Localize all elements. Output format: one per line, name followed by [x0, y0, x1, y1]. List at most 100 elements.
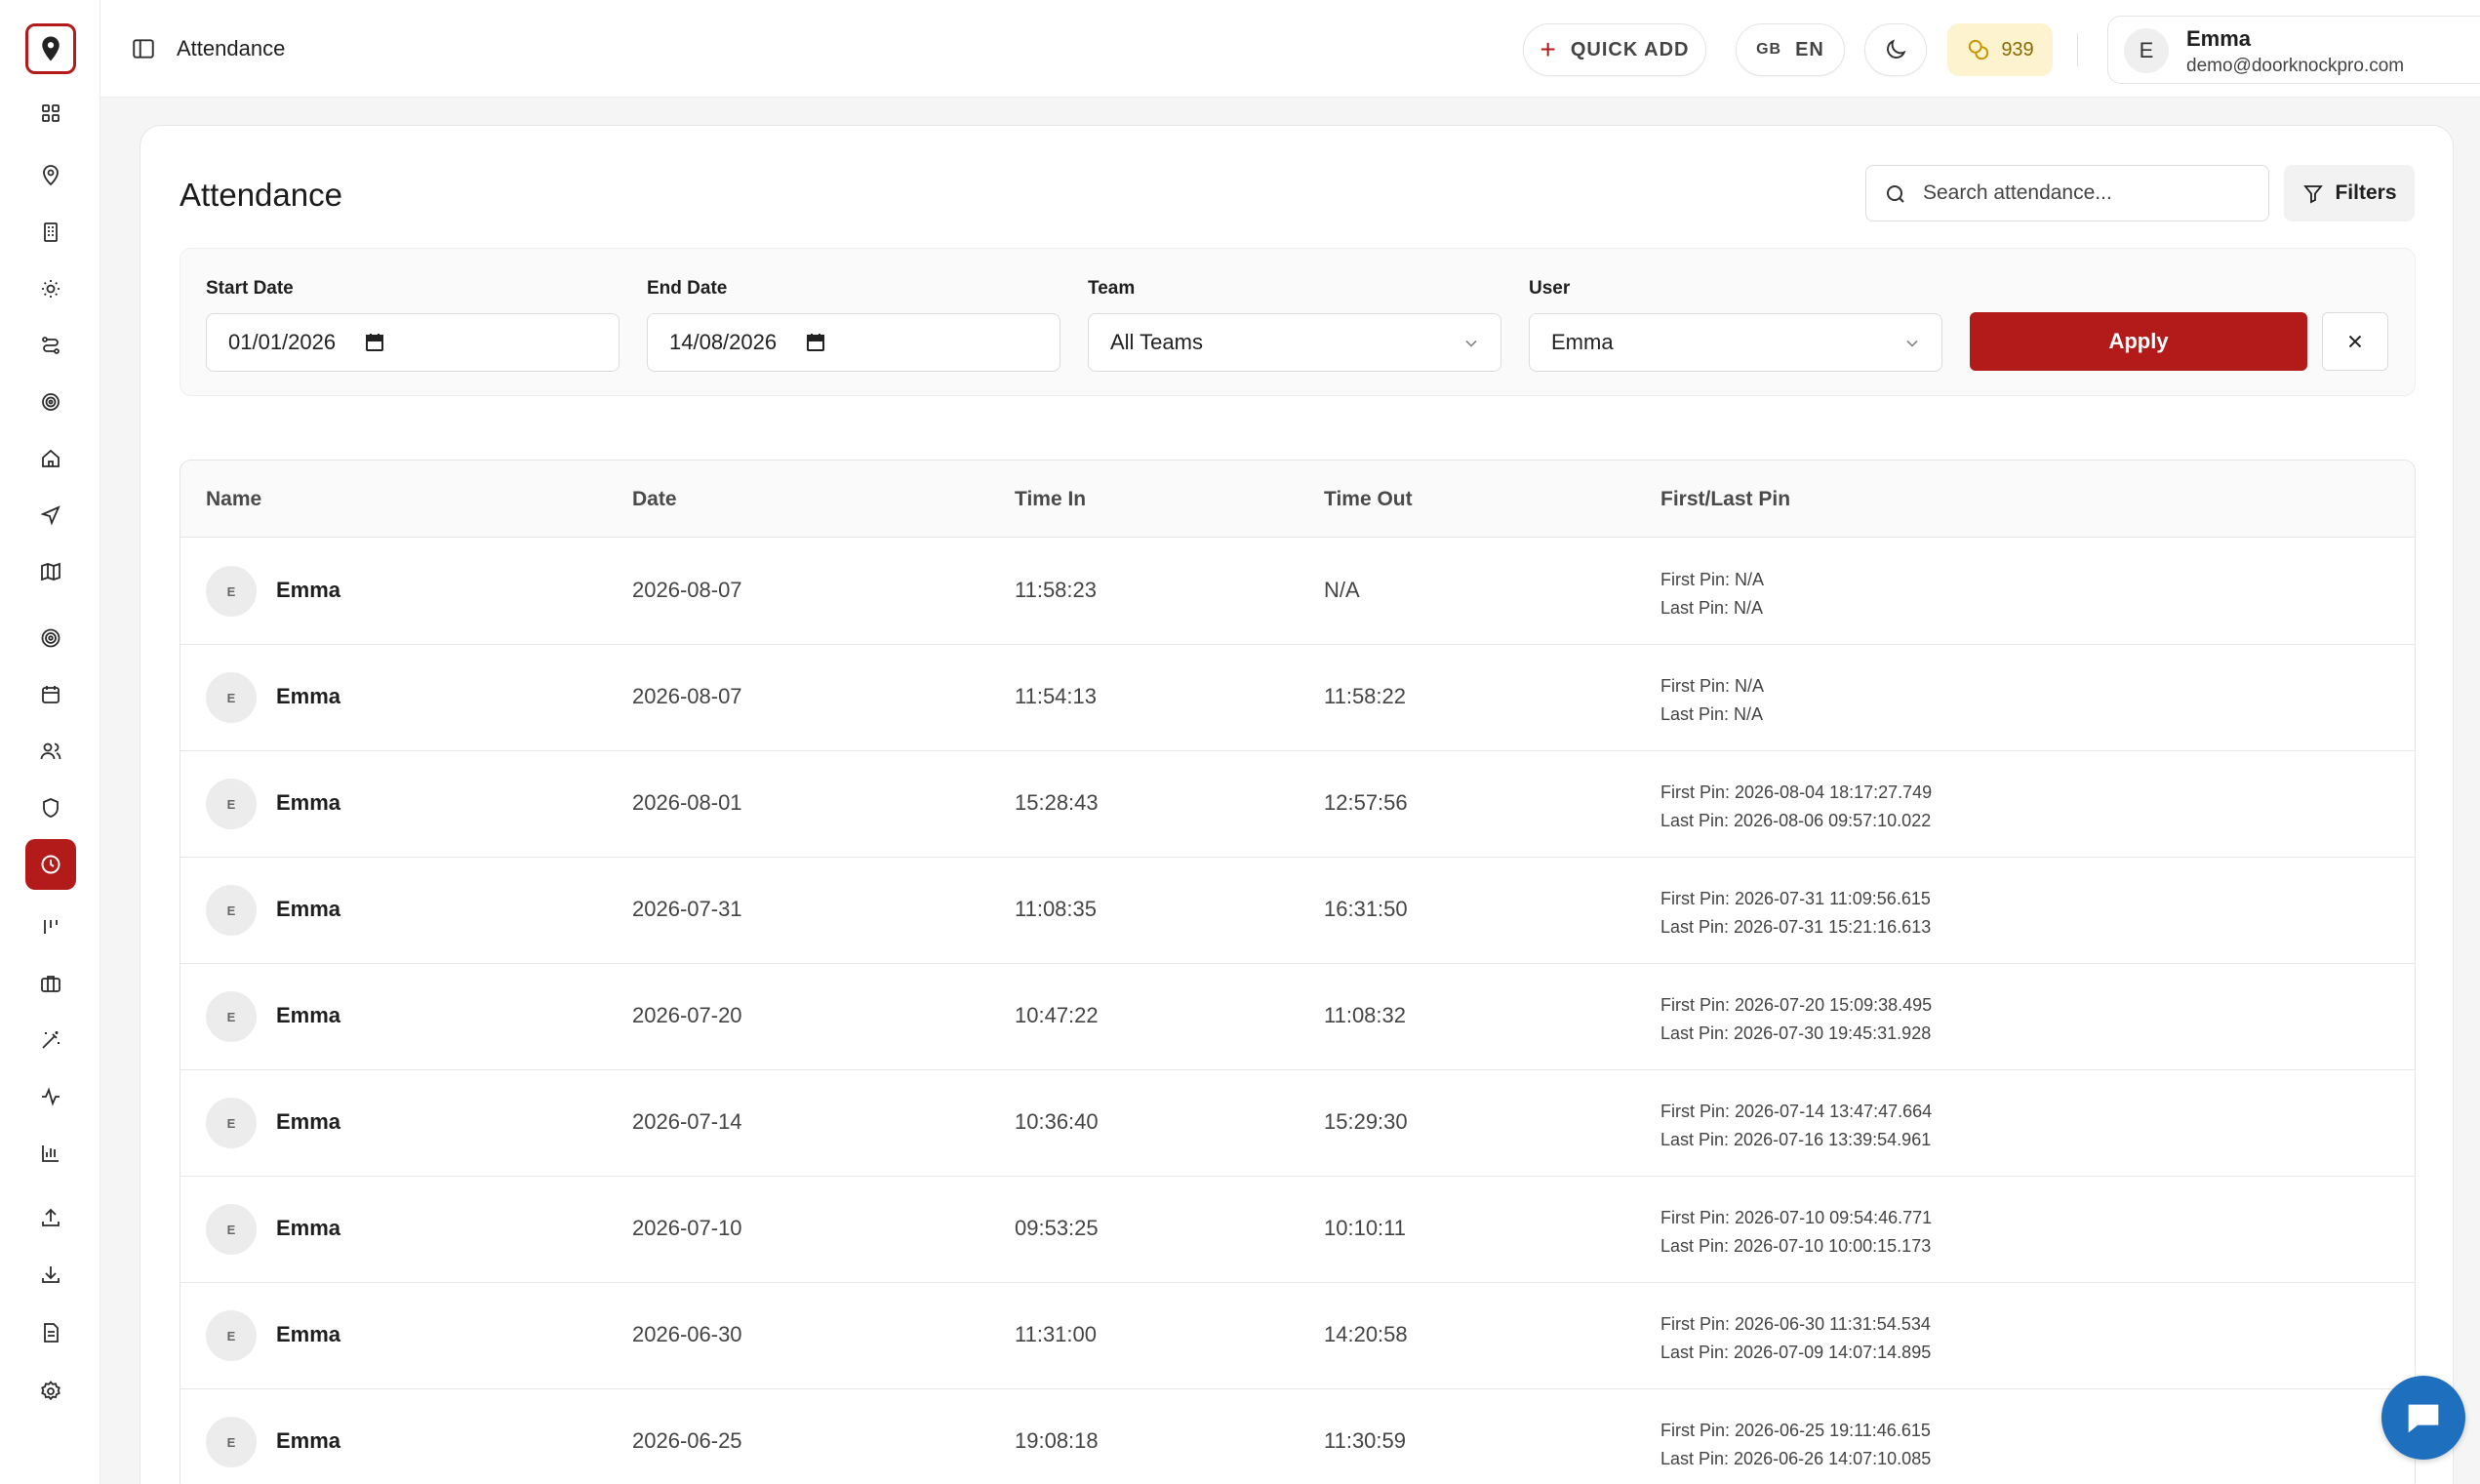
start-date-field[interactable]: 01/01/2026 [206, 313, 620, 372]
row-name: Emma [276, 1003, 341, 1027]
user-email: demo@doorknockpro.com [2186, 56, 2405, 76]
row-time-in: 11:08:35 [1015, 897, 1098, 921]
flag-icon: GB [1756, 41, 1782, 58]
end-date-field[interactable]: 14/08/2026 [647, 313, 1060, 372]
row-last-pin: Last Pin: 2026-08-06 09:57:10.022 [1660, 811, 1932, 830]
row-time-in: 19:08:18 [1015, 1428, 1099, 1453]
route-icon[interactable] [25, 320, 76, 371]
row-name: Emma [276, 897, 341, 921]
calendar-icon[interactable] [804, 331, 827, 354]
row-date: 2026-07-14 [632, 1109, 742, 1134]
sidebar-toggle-icon[interactable] [130, 35, 157, 62]
location-pin-icon[interactable] [25, 150, 76, 201]
row-time-out: 10:10:11 [1324, 1216, 1407, 1240]
table-row[interactable]: E Emma 2026-07-20 10:47:22 11:08:32 First Pin… [180, 964, 2415, 1070]
row-pins: First Pin: 2026-07-20 15:09:38.495 Last P… [1660, 991, 1932, 1048]
row-first-pin: First Pin: 2026-08-04 18:17:27.749 [1660, 782, 1933, 802]
row-date: 2026-06-30 [632, 1322, 742, 1346]
column-header-time-out[interactable]: Time Out [1324, 488, 1413, 511]
row-date: 2026-08-07 [632, 578, 742, 602]
row-date: 2026-08-07 [632, 684, 742, 708]
row-last-pin: Last Pin: 2026-07-10 10:00:15.173 [1660, 1236, 1932, 1256]
magic-wand-icon[interactable] [25, 1015, 76, 1065]
target-icon[interactable] [25, 613, 76, 663]
row-time-out: 14:20:58 [1324, 1322, 1408, 1346]
language-selector[interactable]: GB EN [1736, 23, 1845, 76]
row-first-pin: First Pin: 2026-06-25 19:11:46.615 [1660, 1421, 1931, 1440]
briefcase-icon[interactable] [25, 958, 76, 1009]
end-date-label: End Date [647, 278, 728, 299]
calendar-icon[interactable] [363, 331, 386, 354]
row-name: Emma [276, 1322, 341, 1346]
filter-icon [2303, 185, 2324, 204]
clear-filters-button[interactable] [2322, 312, 2388, 371]
row-time-out: 11:30:59 [1324, 1428, 1407, 1453]
calendar-icon[interactable] [25, 669, 76, 720]
quick-add-label: QUICK ADD [1570, 38, 1690, 60]
kanban-icon[interactable] [25, 902, 76, 952]
app-logo-map-pin-icon[interactable] [25, 23, 76, 74]
row-first-pin: First Pin: 2026-07-31 11:09:56.615 [1660, 889, 1931, 908]
row-time-out: 12:57:56 [1324, 790, 1408, 815]
user-name: Emma [2186, 26, 2252, 51]
moon-icon [1887, 39, 1906, 59]
row-last-pin: Last Pin: N/A [1660, 704, 1764, 724]
target-spiral-icon[interactable] [25, 377, 76, 427]
table-row[interactable]: E Emma 2026-07-31 11:08:35 16:31:50 First Pin… [180, 858, 2415, 964]
apply-button[interactable]: Apply [1970, 312, 2307, 371]
column-header-name[interactable]: Name [206, 488, 261, 511]
attendance-clock-icon[interactable] [25, 839, 76, 890]
upload-icon[interactable] [25, 1192, 76, 1243]
row-name: Emma [276, 1428, 341, 1453]
chat-widget-button[interactable] [2381, 1376, 2465, 1460]
search-box[interactable] [1865, 165, 2269, 221]
credits-count: 939 [2001, 38, 2034, 60]
theme-toggle-button[interactable] [1864, 23, 1927, 76]
document-icon[interactable] [25, 1307, 76, 1358]
navigation-icon[interactable] [25, 490, 76, 541]
row-time-in: 10:36:40 [1015, 1109, 1099, 1134]
table-row[interactable]: E Emma 2026-08-01 15:28:43 12:57:56 First Pin… [180, 751, 2415, 858]
row-pins: First Pin: N/A Last Pin: N/A [1660, 566, 1764, 622]
avatar: E [206, 991, 257, 1042]
column-header-pins[interactable]: First/Last Pin [1660, 488, 1790, 511]
row-date: 2026-07-20 [632, 1003, 742, 1027]
users-icon[interactable] [25, 726, 76, 777]
settings-icon[interactable] [25, 1366, 76, 1417]
search-input[interactable] [1923, 166, 2255, 221]
user-label: User [1529, 278, 1571, 299]
column-header-date[interactable]: Date [632, 488, 677, 511]
avatar: E [206, 566, 257, 617]
header-divider [2077, 33, 2078, 66]
dashboard-grid-icon[interactable] [25, 88, 76, 139]
map-icon[interactable] [25, 546, 76, 597]
shield-icon[interactable] [25, 782, 76, 833]
credits-badge[interactable]: 939 [1947, 23, 2053, 76]
table-row[interactable]: E Emma 2026-06-25 19:08:18 11:30:59 First Pin… [180, 1389, 2415, 1484]
column-header-time-in[interactable]: Time In [1015, 488, 1086, 511]
bar-chart-icon[interactable] [25, 1128, 76, 1179]
building-icon[interactable] [25, 207, 76, 258]
table-row[interactable]: E Emma 2026-07-10 09:53:25 10:10:11 First Pin… [180, 1177, 2415, 1283]
quick-add-button[interactable]: + QUICK ADD [1523, 23, 1706, 76]
home-icon[interactable] [25, 433, 76, 484]
team-label: Team [1088, 278, 1136, 299]
download-icon[interactable] [25, 1249, 76, 1300]
plus-icon: + [1540, 34, 1557, 64]
table-row[interactable]: E Emma 2026-08-07 11:54:13 11:58:22 First Pin… [180, 645, 2415, 751]
row-time-in: 11:54:13 [1015, 684, 1098, 708]
row-date: 2026-06-25 [632, 1428, 742, 1453]
table-row[interactable]: E Emma 2026-06-30 11:31:00 14:20:58 First Pin… [180, 1283, 2415, 1389]
table-row[interactable]: E Emma 2026-08-07 11:58:23 N/A First Pin: N/A… [180, 539, 2415, 645]
row-pins: First Pin: 2026-07-10 09:54:46.771 Last P… [1660, 1204, 1932, 1261]
team-select[interactable]: All Teams [1088, 313, 1501, 372]
close-icon [2348, 335, 2362, 348]
table-row[interactable]: E Emma 2026-07-14 10:36:40 15:29:30 First Pin… [180, 1070, 2415, 1177]
table-header: Name Date Time In Time Out First/Last Pi… [180, 461, 2415, 538]
user-select[interactable]: Emma [1529, 313, 1942, 372]
row-first-pin: First Pin: 2026-06-30 11:31:54.534 [1660, 1314, 1931, 1334]
activity-icon[interactable] [25, 1071, 76, 1122]
user-menu[interactable]: E Emma demo@doorknockpro.com [2107, 16, 2480, 84]
filters-button[interactable]: Filters [2284, 165, 2415, 221]
sun-icon[interactable] [25, 263, 76, 314]
